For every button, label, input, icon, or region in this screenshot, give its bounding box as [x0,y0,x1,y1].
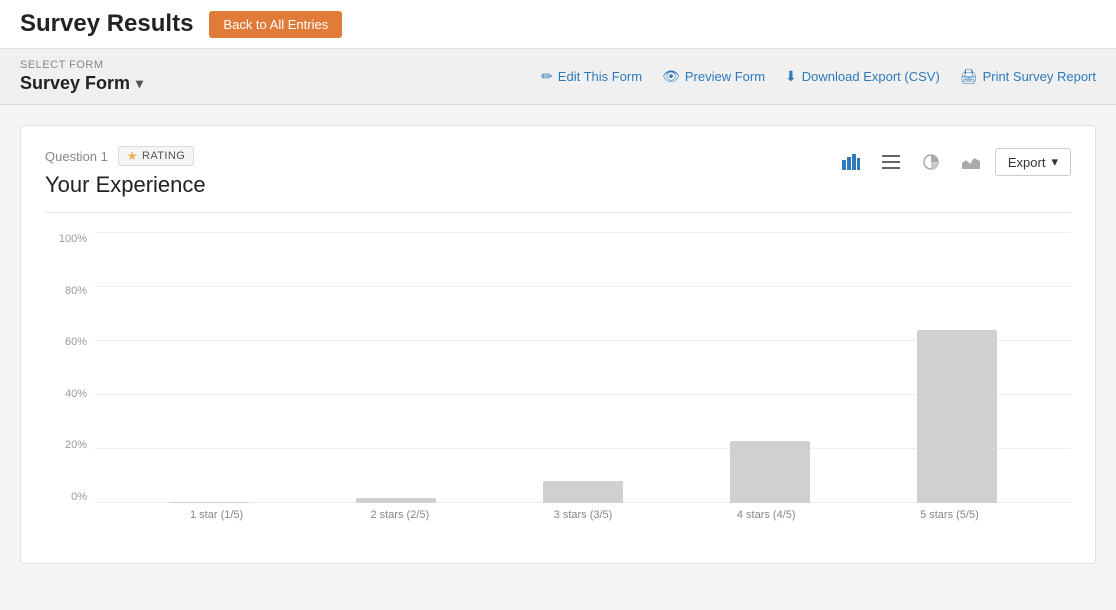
export-chevron-icon: ▾ [1051,154,1058,170]
bar-1 [169,502,249,503]
y-axis: 0% 20% 40% 60% 80% 100% [45,233,95,503]
select-form-label: SELECT FORM [20,59,143,71]
bar-4 [730,441,810,503]
bar-2 [356,498,436,503]
print-survey-link[interactable]: 🖨 Print Survey Report [960,68,1096,85]
toolbar-actions: ✏ Edit This Form 👁 Preview Form ⬇ Downlo… [541,68,1096,85]
edit-form-link[interactable]: ✏ Edit This Form [541,68,642,85]
export-button[interactable]: Export ▾ [995,148,1071,176]
question-number: Question 1 [45,149,108,164]
bar-5 [917,330,997,503]
bar-item-4 [677,441,864,503]
pencil-icon: ✏ [541,68,553,85]
form-selector-wrapper: SELECT FORM Survey Form ▾ [20,59,143,94]
print-survey-label: Print Survey Report [983,69,1096,84]
eye-icon: 👁 [662,68,680,85]
preview-form-label: Preview Form [685,69,765,84]
main-content: Question 1 ★ RATING Your Experience [0,105,1116,584]
print-icon: 🖨 [960,68,978,85]
back-to-entries-button[interactable]: Back to All Entries [209,11,342,38]
y-label-20: 20% [65,439,87,451]
x-axis-labels: 1 star (1/5) 2 stars (2/5) 3 stars (3/5)… [95,503,1071,521]
star-icon: ★ [127,149,138,163]
edit-form-label: Edit This Form [558,69,642,84]
question-card: Question 1 ★ RATING Your Experience [20,125,1096,564]
x-label-5: 5 stars (5/5) [858,509,1041,521]
preview-form-link[interactable]: 👁 Preview Form [662,68,765,85]
question-divider [45,212,1071,213]
bar-item-3 [489,481,676,503]
bar-item-5 [864,330,1051,503]
y-label-100: 100% [59,233,87,245]
rating-badge: ★ RATING [118,146,194,166]
y-label-60: 60% [65,336,87,348]
x-label-1: 1 star (1/5) [125,509,308,521]
chart-controls: Export ▾ [835,146,1071,178]
page-title: Survey Results [20,10,193,38]
y-label-0: 0% [71,491,87,503]
rating-badge-label: RATING [142,150,185,162]
download-icon: ⬇ [785,68,797,85]
list-chart-button[interactable] [875,146,907,178]
toolbar: SELECT FORM Survey Form ▾ ✏ Edit This Fo… [0,49,1116,105]
bars-container [95,233,1071,503]
question-title: Your Experience [45,172,206,198]
form-name-label: Survey Form [20,73,130,94]
download-export-label: Download Export (CSV) [802,69,940,84]
form-selector-dropdown[interactable]: Survey Form ▾ [20,73,143,94]
x-label-2: 2 stars (2/5) [308,509,491,521]
chevron-down-icon: ▾ [136,75,143,92]
bar-3 [543,481,623,503]
chart-plot [95,233,1071,503]
question-info: Question 1 ★ RATING Your Experience [45,146,206,202]
y-label-80: 80% [65,285,87,297]
area-chart-button[interactable] [955,146,987,178]
top-header: Survey Results Back to All Entries [0,0,1116,49]
export-label: Export [1008,155,1046,170]
x-label-4: 4 stars (4/5) [675,509,858,521]
bar-item-2 [302,498,489,503]
bar-item-1 [115,502,302,503]
bar-chart-button[interactable] [835,146,867,178]
question-header: Question 1 ★ RATING [45,146,206,166]
chart-container: 0% 20% 40% 60% 80% 100% [45,233,1071,533]
x-label-3: 3 stars (3/5) [491,509,674,521]
pie-chart-button[interactable] [915,146,947,178]
download-export-link[interactable]: ⬇ Download Export (CSV) [785,68,940,85]
y-label-40: 40% [65,388,87,400]
